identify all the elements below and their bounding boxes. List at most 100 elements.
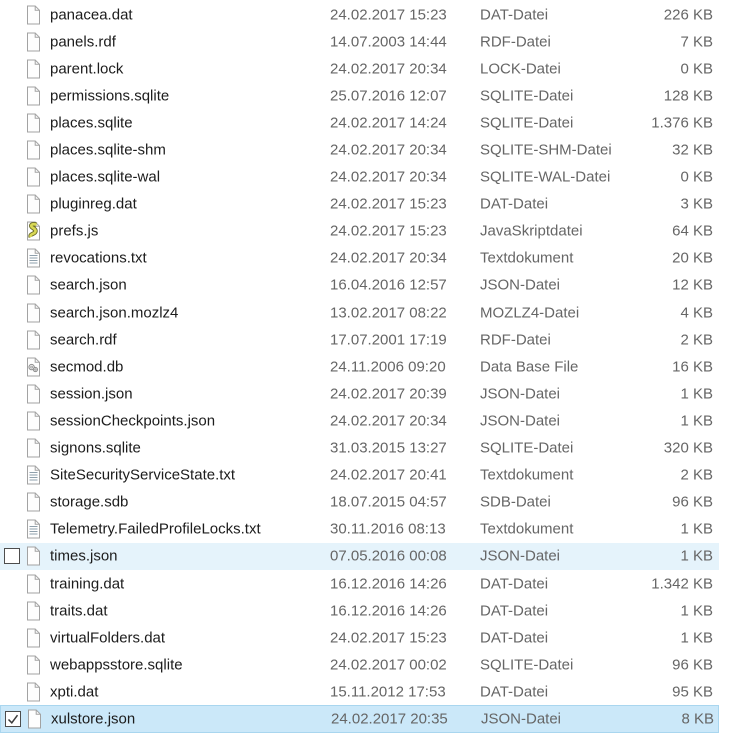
file-name: panels.rdf	[50, 33, 116, 51]
date-modified: 24.02.2017 20:34	[330, 249, 447, 267]
blank-file-icon	[27, 140, 40, 160]
blank-file-icon	[27, 194, 40, 214]
file-row[interactable]: xulstore.json 24.02.2017 20:35 JSON-Date…	[0, 705, 719, 733]
blank-file-icon	[27, 682, 40, 702]
file-size: 95 KB	[672, 683, 713, 701]
file-row[interactable]: search.json 16.04.2016 12:57 JSON-Datei …	[0, 272, 719, 299]
file-row[interactable]: places.sqlite-shm 24.02.2017 20:34 SQLIT…	[0, 136, 719, 163]
file-name: storage.sdb	[50, 493, 129, 511]
file-size: 1.342 KB	[651, 575, 713, 593]
blank-file-icon	[27, 5, 40, 25]
file-row[interactable]: xpti.dat 15.11.2012 17:53 DAT-Datei 95 K…	[0, 678, 719, 705]
row-checkbox[interactable]	[5, 710, 21, 727]
date-modified: 07.05.2016 00:08	[330, 547, 447, 565]
blank-file-icon	[27, 167, 40, 187]
date-modified: 24.02.2017 00:02	[330, 656, 447, 674]
file-row[interactable]: times.json 07.05.2016 00:08 JSON-Datei 1…	[0, 542, 719, 570]
file-name: search.json	[50, 276, 127, 294]
file-name: Telemetry.FailedProfileLocks.txt	[50, 520, 261, 538]
javascript-file-icon	[27, 221, 40, 241]
file-name: secmod.db	[50, 358, 124, 376]
blank-file-icon	[27, 601, 40, 621]
date-modified: 24.02.2017 20:39	[330, 385, 447, 403]
file-row[interactable]: SiteSecurityServiceState.txt 24.02.2017 …	[0, 462, 719, 489]
date-modified: 30.11.2016 08:13	[330, 520, 446, 538]
file-row[interactable]: training.dat 16.12.2016 14:26 DAT-Datei …	[0, 570, 719, 597]
file-size: 1 KB	[680, 602, 713, 620]
file-size: 1 KB	[680, 547, 713, 565]
text-document-icon	[27, 519, 40, 539]
file-name: xulstore.json	[51, 710, 136, 728]
file-name: places.sqlite-shm	[50, 141, 166, 159]
file-size: 16 KB	[672, 358, 713, 376]
date-modified: 16.04.2016 12:57	[330, 276, 447, 294]
blank-file-icon	[27, 59, 40, 79]
blank-file-icon	[28, 709, 41, 729]
file-row[interactable]: pluginreg.dat 24.02.2017 15:23 DAT-Datei…	[0, 191, 719, 218]
blank-file-icon	[27, 330, 40, 350]
file-row[interactable]: session.json 24.02.2017 20:39 JSON-Datei…	[0, 380, 719, 407]
blank-file-icon	[27, 628, 40, 648]
file-name: xpti.dat	[50, 683, 99, 701]
file-row[interactable]: storage.sdb 18.07.2015 04:57 SDB-Datei 9…	[0, 489, 719, 516]
database-file-icon	[27, 357, 40, 377]
file-size: 2 KB	[680, 331, 713, 349]
date-modified: 14.07.2003 14:44	[330, 33, 447, 51]
file-size: 1 KB	[680, 629, 713, 647]
date-modified: 18.07.2015 04:57	[330, 493, 447, 511]
file-row[interactable]: search.json.mozlz4 13.02.2017 08:22 MOZL…	[0, 299, 719, 326]
file-row[interactable]: panacea.dat 24.02.2017 15:23 DAT-Datei 2…	[0, 1, 719, 28]
file-size: 1.376 KB	[651, 114, 713, 132]
file-row[interactable]: Telemetry.FailedProfileLocks.txt 30.11.2…	[0, 516, 719, 543]
file-row[interactable]: signons.sqlite 31.03.2015 13:27 SQLITE-D…	[0, 435, 719, 462]
file-row[interactable]: secmod.db 24.11.2006 09:20 Data Base Fil…	[0, 353, 719, 380]
file-row[interactable]: sessionCheckpoints.json 24.02.2017 20:34…	[0, 407, 719, 434]
file-row[interactable]: virtualFolders.dat 24.02.2017 15:23 DAT-…	[0, 624, 719, 651]
file-name: parent.lock	[50, 60, 124, 78]
file-row[interactable]: prefs.js 24.02.2017 15:23 JavaSkriptdate…	[0, 218, 719, 245]
file-name: pluginreg.dat	[50, 195, 137, 213]
date-modified: 13.02.2017 08:22	[330, 304, 447, 322]
file-row[interactable]: revocations.txt 24.02.2017 20:34 Textdok…	[0, 245, 719, 272]
file-size: 32 KB	[672, 141, 713, 159]
date-modified: 16.12.2016 14:26	[330, 602, 447, 620]
file-row[interactable]: panels.rdf 14.07.2003 14:44 RDF-Datei 7 …	[0, 28, 719, 55]
file-size: 0 KB	[680, 60, 713, 78]
date-modified: 24.02.2017 14:24	[330, 114, 447, 132]
file-name: times.json	[50, 547, 118, 565]
file-row[interactable]: traits.dat 16.12.2016 14:26 DAT-Datei 1 …	[0, 597, 719, 624]
text-document-icon	[27, 248, 40, 268]
file-row[interactable]: places.sqlite 24.02.2017 14:24 SQLITE-Da…	[0, 109, 719, 136]
blank-file-icon	[27, 546, 40, 566]
row-checkbox[interactable]	[4, 548, 20, 565]
file-size: 1 KB	[680, 385, 713, 403]
file-size: 12 KB	[672, 276, 713, 294]
file-name: webappsstore.sqlite	[50, 656, 183, 674]
file-size: 96 KB	[672, 493, 713, 511]
file-name: traits.dat	[50, 602, 108, 620]
file-name: virtualFolders.dat	[50, 629, 166, 647]
file-name: panacea.dat	[50, 6, 133, 24]
blank-file-icon	[27, 438, 40, 458]
file-row[interactable]: webappsstore.sqlite 24.02.2017 00:02 SQL…	[0, 651, 719, 678]
file-row[interactable]: places.sqlite-wal 24.02.2017 20:34 SQLIT…	[0, 164, 719, 191]
file-row[interactable]: search.rdf 17.07.2001 17:19 RDF-Datei 2 …	[0, 326, 719, 353]
file-size: 1 KB	[680, 520, 713, 538]
blank-file-icon	[27, 492, 40, 512]
file-row[interactable]: parent.lock 24.02.2017 20:34 LOCK-Datei …	[0, 55, 719, 82]
checkmark-icon	[7, 714, 19, 724]
date-modified: 24.02.2017 20:34	[330, 168, 447, 186]
blank-file-icon	[27, 574, 40, 594]
blank-file-icon	[27, 86, 40, 106]
blank-file-icon	[27, 113, 40, 133]
blank-file-icon	[27, 411, 40, 431]
date-modified: 24.11.2006 09:20	[330, 358, 446, 376]
date-modified: 25.07.2016 12:07	[330, 87, 447, 105]
date-modified: 24.02.2017 15:23	[330, 222, 447, 240]
date-modified: 31.03.2015 13:27	[330, 439, 447, 457]
file-size: 128 KB	[663, 87, 713, 105]
file-size: 8 KB	[681, 710, 714, 728]
date-modified: 24.02.2017 20:34	[330, 60, 447, 78]
file-row[interactable]: permissions.sqlite 25.07.2016 12:07 SQLI…	[0, 82, 719, 109]
file-name: search.json.mozlz4	[50, 304, 179, 322]
